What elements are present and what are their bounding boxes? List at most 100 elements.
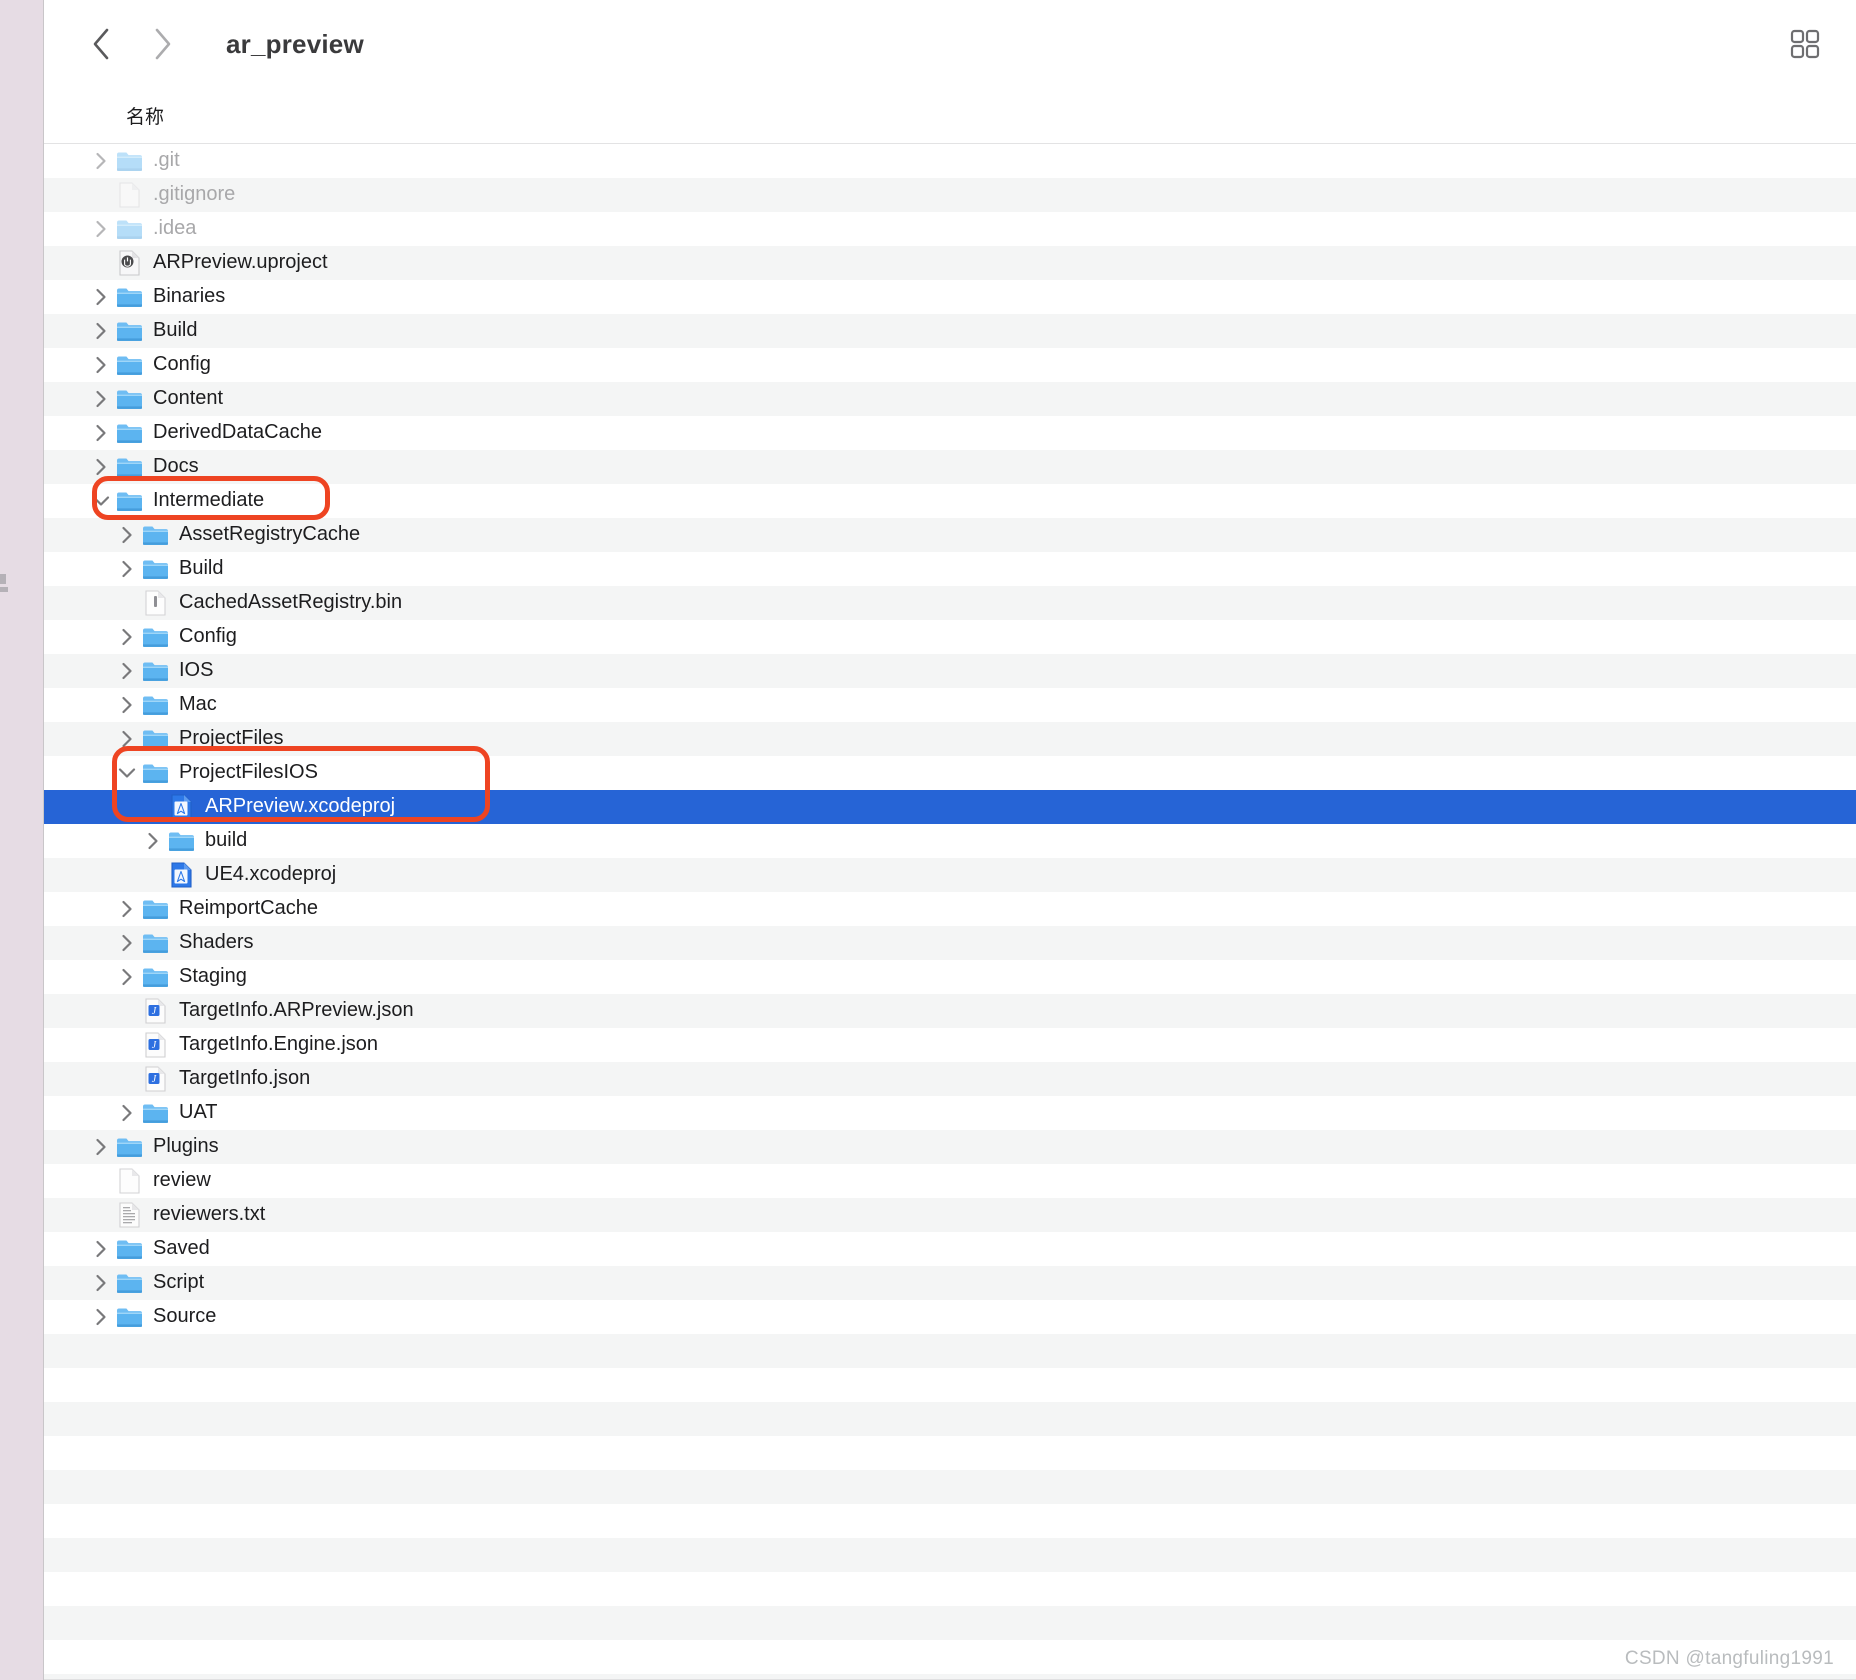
file-row[interactable]: Binaries xyxy=(44,280,1856,314)
disclosure-collapsed-icon[interactable] xyxy=(114,900,140,918)
folder-icon xyxy=(116,218,143,240)
file-name-label: ReimportCache xyxy=(179,897,318,919)
disclosure-collapsed-icon[interactable] xyxy=(114,730,140,748)
file-row[interactable]: Saved xyxy=(44,1232,1856,1266)
folder-icon xyxy=(142,660,169,682)
file-row[interactable]: ProjectFiles xyxy=(44,722,1856,756)
main-panel: ar_preview 名称 .git .gitignore .idea ARPrevi… xyxy=(44,0,1856,1680)
folder-icon xyxy=(142,966,169,988)
file-name-label: Mac xyxy=(179,693,217,715)
disclosure-collapsed-icon[interactable] xyxy=(88,322,114,340)
file-type-icon xyxy=(114,422,144,444)
file-type-icon xyxy=(166,794,196,820)
file-type-icon xyxy=(140,694,170,716)
file-row[interactable]: Intermediate xyxy=(44,484,1856,518)
file-name-label: build xyxy=(205,829,248,851)
disclosure-collapsed-icon[interactable] xyxy=(88,288,114,306)
file-name-label: CachedAssetRegistry.bin xyxy=(179,591,403,613)
file-row[interactable]: CachedAssetRegistry.bin xyxy=(44,586,1856,620)
file-row[interactable]: Staging xyxy=(44,960,1856,994)
file-type-icon xyxy=(140,966,170,988)
file-row[interactable]: AssetRegistryCache xyxy=(44,518,1856,552)
disclosure-collapsed-icon[interactable] xyxy=(88,1240,114,1258)
disclosure-collapsed-icon[interactable] xyxy=(114,560,140,578)
folder-icon xyxy=(142,1102,169,1124)
file-name-label: review xyxy=(153,1169,211,1191)
disclosure-collapsed-icon[interactable] xyxy=(114,526,140,544)
file-row[interactable]: Docs xyxy=(44,450,1856,484)
disclosure-collapsed-icon[interactable] xyxy=(88,356,114,374)
file-row[interactable]: Script xyxy=(44,1266,1856,1300)
file-type-icon: J xyxy=(140,998,170,1024)
file-row[interactable]: Plugins xyxy=(44,1130,1856,1164)
file-name-label: Staging xyxy=(179,965,247,987)
file-row[interactable]: J TargetInfo.json xyxy=(44,1062,1856,1096)
folder-icon xyxy=(116,354,143,376)
file-row[interactable]: Content xyxy=(44,382,1856,416)
xcodeproj-document-icon xyxy=(170,794,192,820)
disclosure-collapsed-icon[interactable] xyxy=(114,696,140,714)
file-row[interactable]: DerivedDataCache xyxy=(44,416,1856,450)
file-row[interactable]: .git xyxy=(44,144,1856,178)
file-type-icon xyxy=(140,558,170,580)
empty-row xyxy=(44,1572,1856,1606)
file-type-icon xyxy=(140,626,170,648)
disclosure-collapsed-icon[interactable] xyxy=(114,1104,140,1122)
file-row[interactable]: ARPreview.uproject xyxy=(44,246,1856,280)
disclosure-collapsed-icon[interactable] xyxy=(114,628,140,646)
disclosure-expanded-icon[interactable] xyxy=(88,495,114,507)
watermark: CSDN @tangfuling1991 xyxy=(1624,1648,1834,1669)
file-name-label: Intermediate xyxy=(153,489,265,511)
svg-text:J: J xyxy=(151,1074,156,1085)
file-row[interactable]: .idea xyxy=(44,212,1856,246)
disclosure-collapsed-icon[interactable] xyxy=(88,390,114,408)
file-row[interactable]: Mac xyxy=(44,688,1856,722)
view-toggle-button[interactable] xyxy=(1788,21,1834,67)
file-row[interactable]: ProjectFilesIOS xyxy=(44,756,1856,790)
grid-view-icon xyxy=(1790,29,1820,59)
file-row[interactable]: .gitignore xyxy=(44,178,1856,212)
file-name-label: Plugins xyxy=(153,1135,219,1157)
file-row[interactable]: Build xyxy=(44,552,1856,586)
file-type-icon xyxy=(140,898,170,920)
file-type-icon xyxy=(114,320,144,342)
disclosure-expanded-icon[interactable] xyxy=(114,767,140,779)
file-row[interactable]: ReimportCache xyxy=(44,892,1856,926)
file-row[interactable]: UAT xyxy=(44,1096,1856,1130)
file-row[interactable]: Shaders xyxy=(44,926,1856,960)
disclosure-collapsed-icon[interactable] xyxy=(114,662,140,680)
file-row[interactable]: Config xyxy=(44,620,1856,654)
disclosure-collapsed-icon[interactable] xyxy=(114,968,140,986)
disclosure-collapsed-icon[interactable] xyxy=(140,832,166,850)
file-type-icon xyxy=(140,932,170,954)
file-row[interactable]: review xyxy=(44,1164,1856,1198)
disclosure-collapsed-icon[interactable] xyxy=(88,424,114,442)
file-row[interactable]: Build xyxy=(44,314,1856,348)
file-row[interactable]: UE4.xcodeproj xyxy=(44,858,1856,892)
svg-text:J: J xyxy=(151,1006,156,1017)
file-row[interactable]: J TargetInfo.ARPreview.json xyxy=(44,994,1856,1028)
file-name-label: reviewers.txt xyxy=(153,1203,266,1225)
disclosure-collapsed-icon[interactable] xyxy=(88,220,114,238)
disclosure-collapsed-icon[interactable] xyxy=(88,152,114,170)
forward-button[interactable] xyxy=(140,21,186,67)
file-row[interactable]: build xyxy=(44,824,1856,858)
disclosure-collapsed-icon[interactable] xyxy=(114,934,140,952)
file-row[interactable]: J TargetInfo.Engine.json xyxy=(44,1028,1856,1062)
back-button[interactable] xyxy=(78,21,124,67)
disclosure-collapsed-icon[interactable] xyxy=(88,458,114,476)
binary-document-icon xyxy=(144,590,166,616)
column-header-name[interactable]: 名称 xyxy=(126,102,164,129)
file-name-label: TargetInfo.json xyxy=(179,1067,311,1089)
file-row[interactable]: reviewers.txt xyxy=(44,1198,1856,1232)
file-row[interactable]: IOS xyxy=(44,654,1856,688)
file-name-label: UAT xyxy=(179,1101,218,1123)
disclosure-collapsed-icon[interactable] xyxy=(88,1138,114,1156)
file-row[interactable]: ARPreview.xcodeproj xyxy=(44,790,1856,824)
file-row[interactable]: Config xyxy=(44,348,1856,382)
file-row[interactable]: Source xyxy=(44,1300,1856,1334)
folder-icon xyxy=(142,694,169,716)
folder-icon xyxy=(116,422,143,444)
disclosure-collapsed-icon[interactable] xyxy=(88,1308,114,1326)
disclosure-collapsed-icon[interactable] xyxy=(88,1274,114,1292)
